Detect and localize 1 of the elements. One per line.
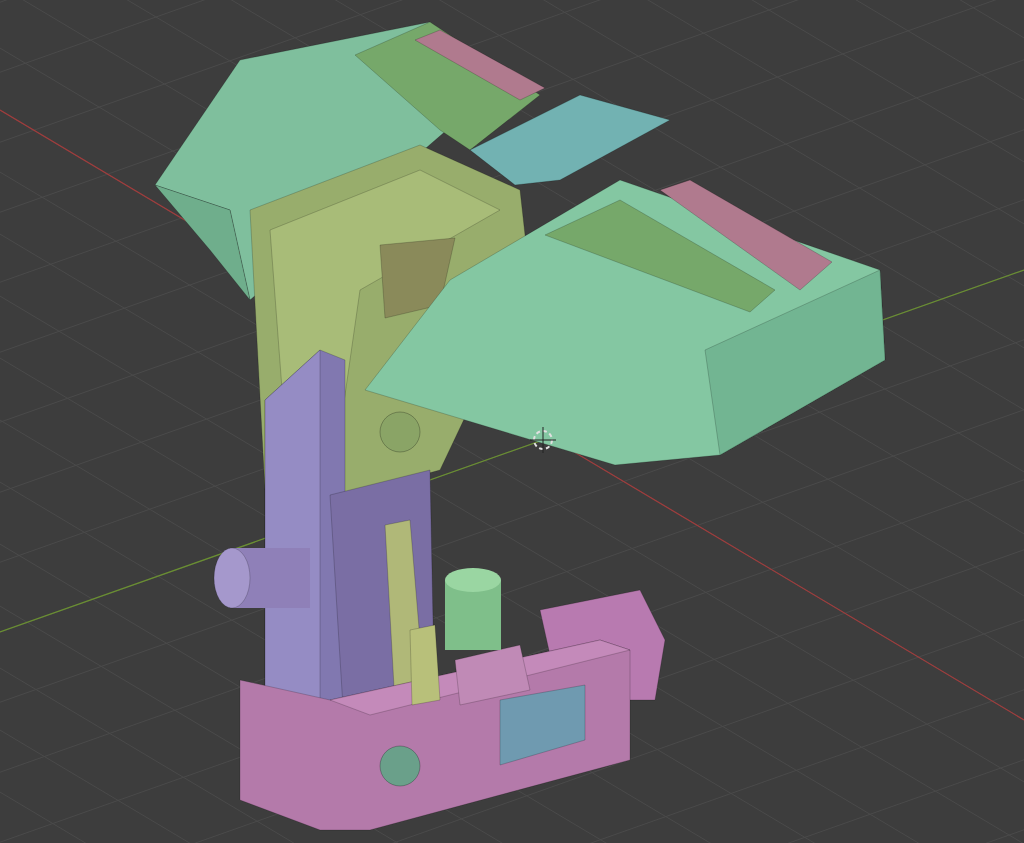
3d-viewport[interactable]: [0, 0, 1024, 843]
